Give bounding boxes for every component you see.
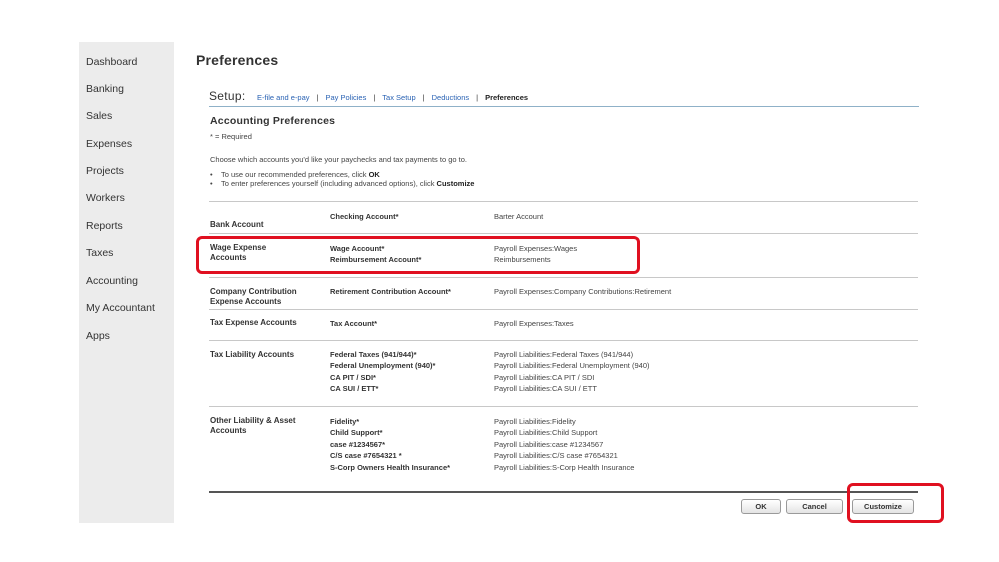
sidebar-item-workers[interactable]: Workers bbox=[86, 192, 125, 204]
values-bank: Barter Account bbox=[494, 211, 543, 222]
tab-preferences[interactable]: Preferences bbox=[485, 93, 528, 102]
group-divider bbox=[209, 340, 918, 341]
value-child-support[interactable]: Payroll Liabilities:Child Support bbox=[494, 427, 634, 438]
group-divider bbox=[209, 233, 918, 234]
field-tax-account: Tax Account* bbox=[330, 319, 378, 328]
sidebar-item-projects[interactable]: Projects bbox=[86, 165, 124, 177]
instructions-list: • To use our recommended preferences, cli… bbox=[210, 170, 474, 188]
wage-accounts-highlight bbox=[196, 236, 640, 274]
bullet-symbol: • bbox=[210, 170, 213, 179]
section-title: Accounting Preferences bbox=[210, 115, 336, 127]
field-case-1234567: case #1234567* bbox=[330, 439, 386, 449]
fields-tax-expense: Tax Account* bbox=[330, 318, 377, 329]
group-label-tax-liability: Tax Liability Accounts bbox=[210, 350, 295, 359]
section-divider bbox=[209, 201, 918, 202]
setup-tab-bar: Setup: E-file and e-pay | Pay Policies | Tax… bbox=[209, 89, 919, 107]
value-fidelity[interactable]: Payroll Liabilities:Fidelity bbox=[494, 416, 634, 427]
customize-button-highlight bbox=[847, 483, 944, 523]
fields-company-contribution: Retirement Contribution Account* bbox=[330, 286, 451, 297]
group-divider bbox=[209, 406, 918, 407]
footer-divider bbox=[209, 491, 918, 493]
field-ca-pit-sdi: CA PIT / SDI* bbox=[330, 372, 376, 382]
field-ca-sui-ett: CA SUI / ETT* bbox=[330, 384, 379, 394]
field-fidelity: Fidelity* bbox=[330, 417, 360, 426]
value-cs-case-7654321[interactable]: Payroll Liabilities:C/S case #7654321 bbox=[494, 450, 634, 461]
required-note: * = Required bbox=[210, 132, 252, 141]
value-checking-account[interactable]: Barter Account bbox=[494, 211, 543, 222]
tab-tax-setup[interactable]: Tax Setup bbox=[382, 93, 415, 102]
sidebar-item-reports[interactable]: Reports bbox=[86, 220, 123, 232]
value-retirement-contribution[interactable]: Payroll Expenses:Company Contributions:R… bbox=[494, 286, 671, 297]
group-divider bbox=[209, 277, 918, 278]
values-company-contribution: Payroll Expenses:Company Contributions:R… bbox=[494, 286, 671, 297]
tab-deductions[interactable]: Deductions bbox=[432, 93, 470, 102]
instruction-ok-text: To use our recommended preferences, clic… bbox=[221, 170, 369, 179]
value-tax-account[interactable]: Payroll Expenses:Taxes bbox=[494, 318, 574, 329]
field-child-support: Child Support* bbox=[330, 428, 383, 438]
field-federal-unemployment: Federal Unemployment (940)* bbox=[330, 361, 436, 371]
field-federal-taxes: Federal Taxes (941/944)* bbox=[330, 350, 417, 359]
sidebar-item-accounting[interactable]: Accounting bbox=[86, 275, 138, 287]
intro-text: Choose which accounts you'd like your pa… bbox=[210, 155, 467, 164]
sidebar-item-banking[interactable]: Banking bbox=[86, 83, 124, 95]
bullet-symbol: • bbox=[210, 179, 213, 188]
values-tax-liability: Payroll Liabilities:Federal Taxes (941/9… bbox=[494, 349, 650, 395]
fields-tax-liability: Federal Taxes (941/944)* Federal Unemplo… bbox=[330, 349, 435, 395]
value-federal-unemployment[interactable]: Payroll Liabilities:Federal Unemployment… bbox=[494, 360, 650, 371]
page-title: Preferences bbox=[196, 52, 279, 68]
sidebar-item-taxes[interactable]: Taxes bbox=[86, 247, 113, 259]
group-label-tax-expense: Tax Expense Accounts bbox=[210, 318, 297, 327]
fields-other-liability: Fidelity* Child Support* case #1234567* … bbox=[330, 416, 450, 473]
cancel-button[interactable]: Cancel bbox=[786, 499, 843, 514]
fields-bank: Checking Account* bbox=[330, 211, 398, 222]
sidebar-item-sales[interactable]: Sales bbox=[86, 110, 112, 122]
field-s-corp-health-insurance: S-Corp Owners Health Insurance* bbox=[330, 462, 451, 472]
tab-separator: | bbox=[373, 93, 376, 102]
value-ca-sui-ett[interactable]: Payroll Liabilities:CA SUI / ETT bbox=[494, 383, 650, 394]
group-label-other-liability: Other Liability & Asset Accounts bbox=[210, 416, 296, 435]
ok-button[interactable]: OK bbox=[741, 499, 781, 514]
sidebar-item-my-accountant[interactable]: My Accountant bbox=[86, 302, 155, 314]
field-checking-account: Checking Account* bbox=[330, 212, 399, 221]
group-divider bbox=[209, 309, 918, 310]
sidebar-item-expenses[interactable]: Expenses bbox=[86, 138, 132, 150]
sidebar-item-dashboard[interactable]: Dashboard bbox=[86, 56, 137, 68]
group-label-bank: Bank Account bbox=[210, 220, 264, 229]
tab-separator: | bbox=[476, 93, 479, 102]
field-retirement-contribution: Retirement Contribution Account* bbox=[330, 287, 451, 296]
value-ca-pit-sdi[interactable]: Payroll Liabilities:CA PIT / SDI bbox=[494, 372, 650, 383]
tab-efile-epay[interactable]: E-file and e-pay bbox=[257, 93, 310, 102]
field-cs-case-7654321: C/S case #7654321 * bbox=[330, 451, 402, 461]
instruction-customize-text: To enter preferences yourself (including… bbox=[221, 179, 437, 188]
instruction-customize-bold: Customize bbox=[436, 179, 475, 188]
instruction-customize: • To enter preferences yourself (includin… bbox=[210, 179, 474, 188]
setup-tabs: E-file and e-pay | Pay Policies | Tax Setup |… bbox=[257, 93, 528, 102]
sidebar-item-apps[interactable]: Apps bbox=[86, 330, 110, 342]
instruction-ok: • To use our recommended preferences, cli… bbox=[210, 170, 474, 179]
value-case-1234567[interactable]: Payroll Liabilities:case #1234567 bbox=[494, 439, 634, 450]
group-label-company-contribution: Company Contribution Expense Accounts bbox=[210, 287, 297, 306]
instruction-ok-bold: OK bbox=[368, 170, 380, 179]
tab-separator: | bbox=[316, 93, 319, 102]
sidebar-nav: Dashboard Banking Sales Expenses Project… bbox=[79, 42, 174, 523]
tab-separator: | bbox=[422, 93, 425, 102]
value-s-corp-health-insurance[interactable]: Payroll Liabilities:S-Corp Health Insura… bbox=[494, 462, 634, 473]
setup-label: Setup: bbox=[209, 89, 246, 103]
value-federal-taxes[interactable]: Payroll Liabilities:Federal Taxes (941/9… bbox=[494, 349, 650, 360]
values-other-liability: Payroll Liabilities:Fidelity Payroll Lia… bbox=[494, 416, 634, 473]
tab-pay-policies[interactable]: Pay Policies bbox=[325, 93, 366, 102]
values-tax-expense: Payroll Expenses:Taxes bbox=[494, 318, 574, 329]
